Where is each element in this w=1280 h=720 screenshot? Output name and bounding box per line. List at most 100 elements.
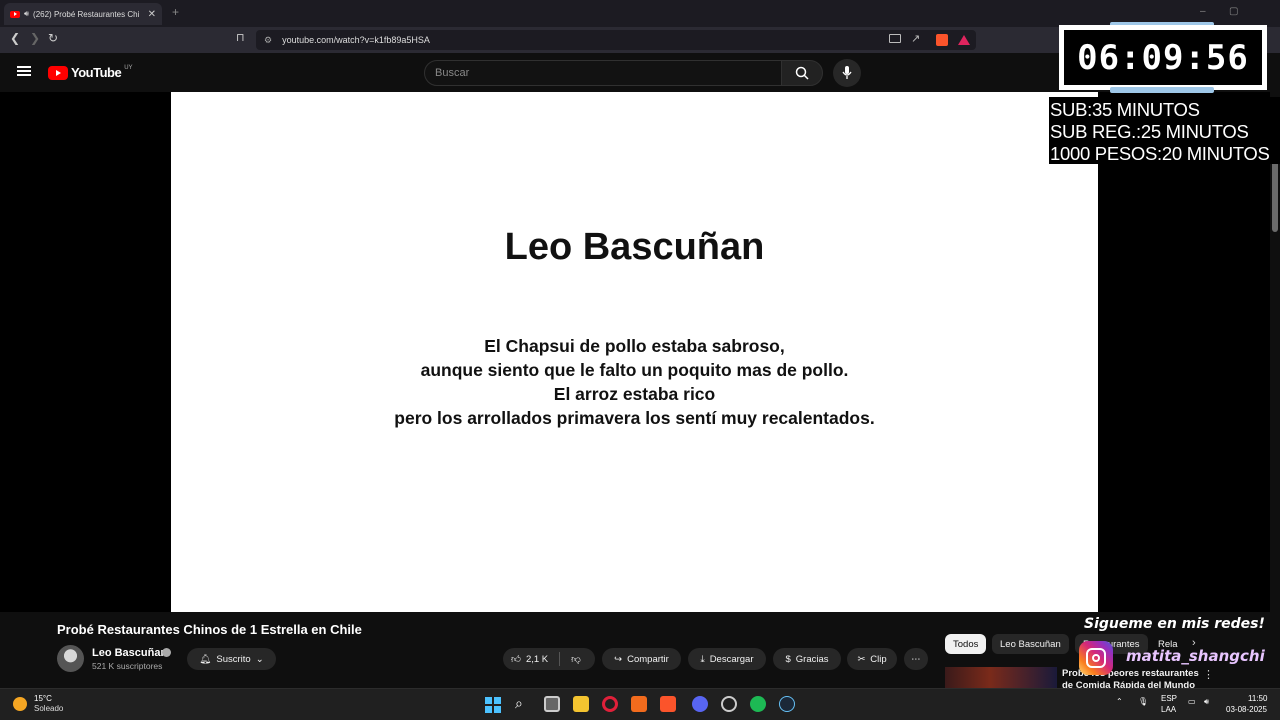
chip-channel[interactable]: Leo Bascuñan: [992, 634, 1069, 654]
tab-title: (262) Probé Restaurantes Chinos de 1 Est…: [33, 9, 140, 19]
language-layout[interactable]: LAA: [1161, 705, 1176, 714]
cast-icon[interactable]: [889, 34, 901, 43]
search-button[interactable]: [781, 60, 823, 86]
like-count[interactable]: 2,1 K: [526, 654, 548, 665]
thanks-label: Gracias: [795, 653, 829, 665]
clip-label: Clip: [870, 653, 887, 665]
youtube-play-icon: [48, 65, 68, 80]
volume-icon[interactable]: 🔊︎: [1204, 697, 1209, 707]
video-title: Probé Restaurantes Chinos de 1 Estrella …: [57, 622, 362, 637]
share-label: Compartir: [627, 653, 669, 665]
download-button[interactable]: ⤓ Descargar: [688, 648, 766, 670]
forward-icon[interactable]: ❯: [30, 31, 40, 45]
chip-todos[interactable]: Todos: [945, 634, 987, 654]
microphone-icon: [842, 66, 852, 79]
menu-icon[interactable]: [17, 66, 31, 76]
sun-icon[interactable]: [13, 697, 27, 711]
clip-button[interactable]: ✂ Clip: [847, 648, 897, 670]
like-dislike-group: 👍︎ 2,1 K 👎︎: [503, 648, 595, 670]
reload-icon[interactable]: ↻: [48, 31, 58, 45]
share-arrow-icon: ↪: [614, 653, 623, 665]
browser-tab-bar: [0, 0, 1280, 27]
file-explorer-icon[interactable]: [573, 696, 589, 712]
temperature[interactable]: 15°C: [34, 694, 52, 703]
download-label: Descargar: [709, 653, 754, 665]
thanks-button[interactable]: $ Gracias: [773, 648, 841, 670]
slide-line: El arroz estaba rico: [553, 384, 716, 404]
steam-icon[interactable]: [779, 696, 795, 712]
related-more-icon[interactable]: ⋮: [1203, 668, 1214, 681]
close-tab-icon[interactable]: ✕: [148, 9, 156, 20]
slide-line: pero los arrollados primavera los sentí …: [394, 408, 875, 428]
youtube-favicon-icon: [10, 10, 20, 18]
video-frame[interactable]: Leo Bascuñan El Chapsui de pollo estaba …: [171, 92, 1098, 612]
share-button[interactable]: ↪ Compartir: [602, 648, 681, 670]
subscriber-count: 521 K suscriptores: [92, 661, 163, 671]
related-video-thumbnail[interactable]: [945, 667, 1057, 689]
rule-line: SUB:35 MINUTOS: [1050, 99, 1200, 120]
slide-line: El Chapsui de pollo estaba sabroso,: [484, 336, 785, 356]
obs-icon[interactable]: [721, 696, 737, 712]
language-code[interactable]: ESP: [1161, 694, 1177, 703]
minimize-icon[interactable]: –: [1200, 6, 1206, 17]
app-a-icon[interactable]: [631, 696, 647, 712]
clock-date[interactable]: 03-08-2025: [1226, 705, 1267, 714]
new-tab-icon[interactable]: +: [172, 5, 179, 19]
brave-shield-icon[interactable]: [936, 34, 948, 46]
address-bar[interactable]: ⚙ youtube.com/watch?v=k1fb89a5HSA: [256, 30, 976, 50]
back-icon[interactable]: ❮: [10, 31, 20, 45]
country-code: UY: [124, 64, 133, 71]
share-icon[interactable]: ↗: [911, 32, 920, 45]
divider: [559, 652, 561, 666]
slide-title: Leo Bascuñan: [504, 226, 765, 268]
brave-rewards-icon[interactable]: [958, 35, 970, 45]
scissors-icon: ✂: [857, 653, 866, 665]
slide-line: aunque siento que le falto un poquito ma…: [420, 360, 849, 380]
tray-mic-icon[interactable]: 🎙︎: [1138, 697, 1148, 706]
socials-heading: Sigueme en mis redes!: [1084, 616, 1265, 632]
site-settings-icon[interactable]: ⚙: [264, 35, 272, 46]
subscribed-button[interactable]: 🔔︎ Suscrito ⌄: [187, 648, 276, 670]
scrollbar-thumb[interactable]: [1272, 160, 1278, 232]
subscribed-label: Suscrito: [216, 653, 251, 665]
timer-decoration-bottom: [1110, 87, 1214, 93]
youtube-wordmark: YouTube: [71, 65, 122, 80]
instagram-handle: matita_shangchi: [1126, 647, 1265, 665]
search-icon: [795, 66, 809, 80]
taskbar-search-icon[interactable]: ⌕: [515, 695, 523, 712]
voice-search-button[interactable]: [833, 59, 861, 87]
more-icon: ⋯: [911, 653, 921, 665]
like-icon[interactable]: 👍︎: [511, 653, 521, 665]
channel-avatar[interactable]: [57, 645, 84, 672]
stream-timer: 06:09:56: [1059, 25, 1267, 90]
spotify-icon[interactable]: [750, 696, 766, 712]
network-icon[interactable]: ▭: [1188, 697, 1196, 706]
search-input[interactable]: Buscar: [424, 60, 782, 86]
dislike-icon[interactable]: 👎︎: [571, 653, 581, 665]
rule-line: 1000 PESOS:20 MINUTOS: [1050, 143, 1270, 164]
maximize-icon[interactable]: ▢: [1229, 6, 1238, 17]
instagram-icon: [1079, 641, 1113, 675]
weather-description[interactable]: Soleado: [34, 704, 63, 713]
download-icon: ⤓: [700, 653, 705, 665]
speaker-icon[interactable]: 🔊︎: [24, 9, 29, 19]
url-text: youtube.com/watch?v=k1fb89a5HSA: [282, 35, 430, 45]
discord-icon[interactable]: [692, 696, 708, 712]
slide-text: El Chapsui de pollo estaba sabroso, aunq…: [171, 334, 1098, 430]
subathon-rules: SUB:35 MINUTOS SUB REG.:25 MINUTOS 1000 …: [1049, 97, 1280, 164]
windows-start-icon[interactable]: [485, 697, 501, 713]
tray-chevron-icon[interactable]: ⌃: [1116, 697, 1123, 706]
youtube-logo[interactable]: YouTube UY: [48, 65, 133, 80]
browser-tab[interactable]: 🔊︎ (262) Probé Restaurantes Chinos de 1 …: [4, 3, 162, 25]
rule-line: SUB REG.:25 MINUTOS: [1050, 121, 1249, 142]
bookmark-icon[interactable]: ⊓: [236, 31, 245, 44]
opera-icon[interactable]: [602, 696, 618, 712]
channel-name[interactable]: Leo Bascuñan: [92, 647, 167, 659]
chevron-down-icon: ⌄: [255, 653, 264, 665]
more-actions-button[interactable]: ⋯: [904, 648, 928, 670]
brave-browser-icon[interactable]: [660, 696, 676, 712]
clock-time[interactable]: 11:50: [1248, 694, 1267, 703]
task-view-icon[interactable]: [544, 696, 560, 712]
bell-icon: 🔔︎: [199, 653, 212, 665]
verified-icon: [162, 648, 171, 657]
